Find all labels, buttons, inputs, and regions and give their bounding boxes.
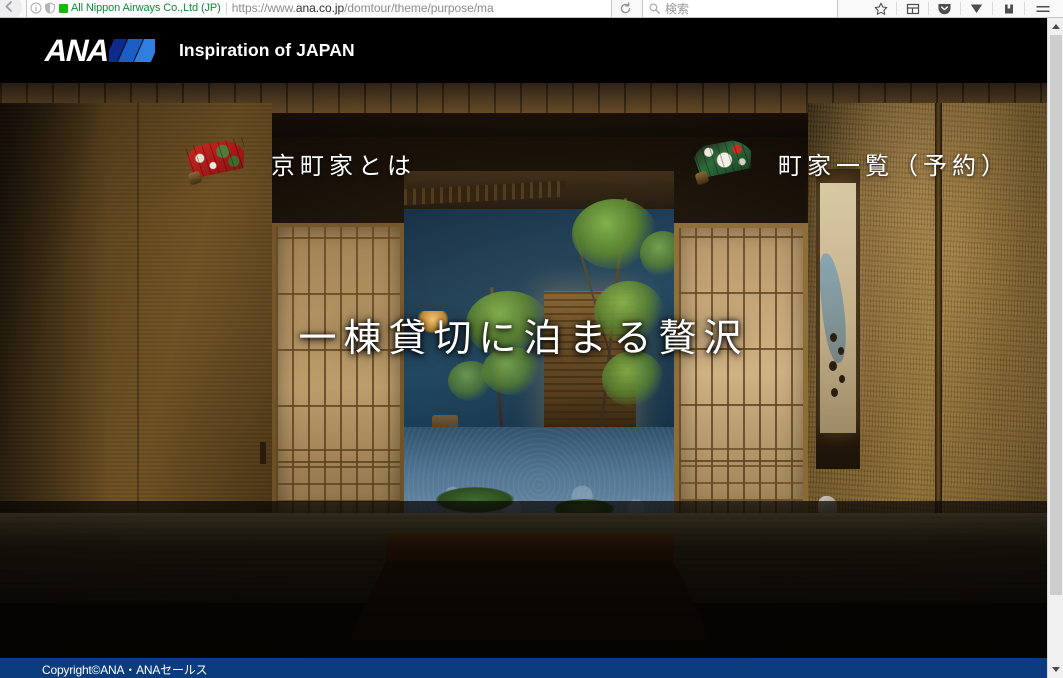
url-domain: ana.co.jp: [295, 1, 345, 15]
reload-button[interactable]: [614, 0, 636, 17]
identity-icons[interactable]: [30, 2, 56, 14]
bookmark-star-icon: [874, 2, 887, 15]
ana-logo-link[interactable]: ANA Inspiration of JAPAN: [44, 33, 355, 68]
ev-certificate-badge[interactable]: All Nippon Airways Co.,Ltd (JP): [59, 2, 221, 14]
url-bar[interactable]: All Nippon Airways Co.,Ltd (JP) https://…: [26, 0, 612, 17]
app-menu-button[interactable]: [1025, 0, 1061, 17]
nav-item-about-machiya[interactable]: 京町家とは: [185, 140, 416, 186]
back-button[interactable]: [0, 0, 22, 17]
ana-wordmark: ANA: [44, 33, 109, 68]
url-path: /domtour/theme/purpose/ma: [344, 1, 494, 15]
nav-item-label: 町家一覧（予約）: [778, 151, 1010, 180]
scrollbar-thumb[interactable]: [1050, 35, 1062, 595]
sidebar-button[interactable]: [993, 0, 1024, 17]
scroll-down-button[interactable]: [1048, 661, 1063, 678]
bookmark-star-button[interactable]: [865, 0, 896, 17]
nav-item-label: 京町家とは: [271, 151, 416, 180]
page-viewport: ANA Inspiration of JAPAN 一棟貸切に泊まる贅沢 京町家と…: [0, 18, 1047, 678]
library-icon: [906, 3, 919, 14]
tracking-shield-icon: [45, 2, 55, 14]
url-prefix: https://www.: [231, 1, 296, 15]
search-bar[interactable]: 検索: [642, 0, 838, 17]
pocket-icon: [938, 4, 951, 15]
downloads-icon: [970, 4, 983, 13]
site-footer: Copyright©ANA・ANAセールス: [0, 658, 1047, 678]
scroll-up-arrow-icon: [1052, 24, 1060, 29]
library-button[interactable]: [897, 0, 928, 17]
url-divider: [225, 1, 227, 15]
hamburger-menu-icon: [1036, 5, 1050, 12]
site-tagline: Inspiration of JAPAN: [178, 40, 355, 60]
url-text: https://www.ana.co.jp/domtour/theme/purp…: [232, 1, 494, 15]
nav-overlay-band: [0, 501, 1047, 658]
scroll-up-button[interactable]: [1048, 18, 1063, 35]
back-arrow-icon: [5, 1, 12, 12]
reload-icon: [620, 2, 630, 14]
sidebar-icon: [1004, 4, 1013, 13]
browser-toolbar: All Nippon Airways Co.,Ltd (JP) https://…: [0, 0, 1063, 18]
scroll-down-arrow-icon: [1052, 667, 1060, 672]
ana-logo: ANA: [44, 33, 155, 68]
nav-item-machiya-list[interactable]: 町家一覧（予約）: [692, 140, 1010, 186]
downloads-button[interactable]: [961, 0, 992, 17]
copyright-text: Copyright©ANA・ANAセールス: [42, 663, 208, 677]
hero-nav: 京町家とは 町家一覧（予約）: [0, 128, 1047, 198]
folding-fan-icon: [185, 140, 247, 186]
pocket-button[interactable]: [929, 0, 960, 17]
site-header: ANA Inspiration of JAPAN: [0, 18, 1047, 83]
search-placeholder: 検索: [665, 1, 690, 16]
browser-toolbar-icons: [865, 0, 1063, 17]
search-icon: [649, 2, 660, 14]
ana-swoosh-icon: [108, 39, 155, 62]
vertical-scrollbar[interactable]: [1047, 18, 1063, 678]
hero-image: 一棟貸切に泊まる贅沢 京町家とは 町家一覧（予約）: [0, 83, 1047, 658]
lock-icon: [59, 3, 68, 13]
info-icon: [30, 2, 42, 14]
ev-organization-name: All Nippon Airways Co.,Ltd (JP): [71, 2, 221, 14]
folding-fan-icon: [692, 140, 754, 186]
hero-headline: 一棟貸切に泊まる贅沢: [298, 316, 749, 360]
scrollbar-track[interactable]: [1048, 35, 1063, 661]
